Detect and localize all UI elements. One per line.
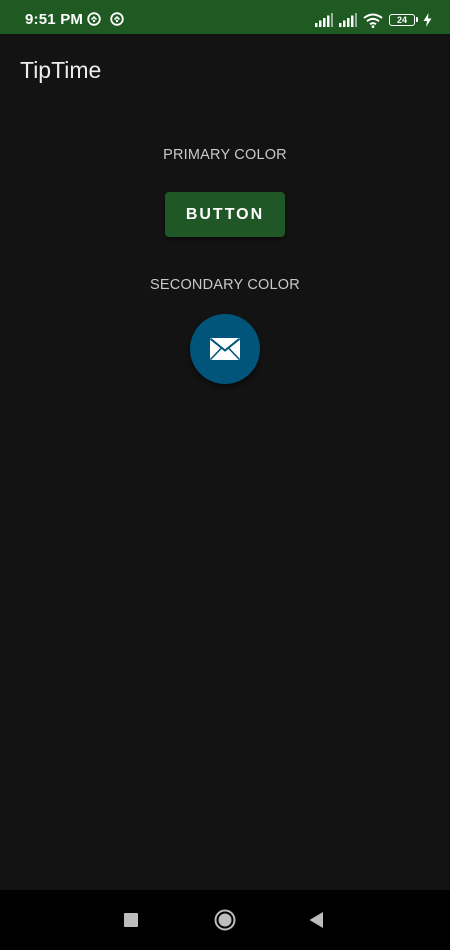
status-time: 9:51 PM xyxy=(25,11,84,28)
primary-color-label: PRIMARY COLOR xyxy=(163,147,287,163)
recents-icon[interactable] xyxy=(124,913,138,927)
app-screen: 9:51 PM 24 TipTime PRIMARY COLOR BUTTON … xyxy=(0,0,450,950)
charging-bolt-icon xyxy=(423,13,432,27)
email-fab-button[interactable] xyxy=(190,314,260,384)
signal-icon xyxy=(339,13,357,27)
battery-level: 24 xyxy=(396,15,407,25)
email-icon xyxy=(209,338,241,361)
notification-icon xyxy=(110,12,124,26)
navigation-bar xyxy=(0,890,450,950)
app-title: TipTime xyxy=(20,57,102,83)
secondary-color-label: SECONDARY COLOR xyxy=(150,277,300,293)
signal-icon xyxy=(315,13,333,27)
notification-icon xyxy=(87,12,101,26)
back-icon[interactable] xyxy=(308,911,324,929)
home-icon[interactable] xyxy=(214,909,236,931)
battery-icon: 24 xyxy=(389,14,418,26)
primary-button[interactable]: BUTTON xyxy=(165,192,285,237)
wifi-icon xyxy=(363,13,383,28)
status-bar: 9:51 PM 24 xyxy=(0,0,450,34)
status-icons: 24 xyxy=(315,12,432,28)
